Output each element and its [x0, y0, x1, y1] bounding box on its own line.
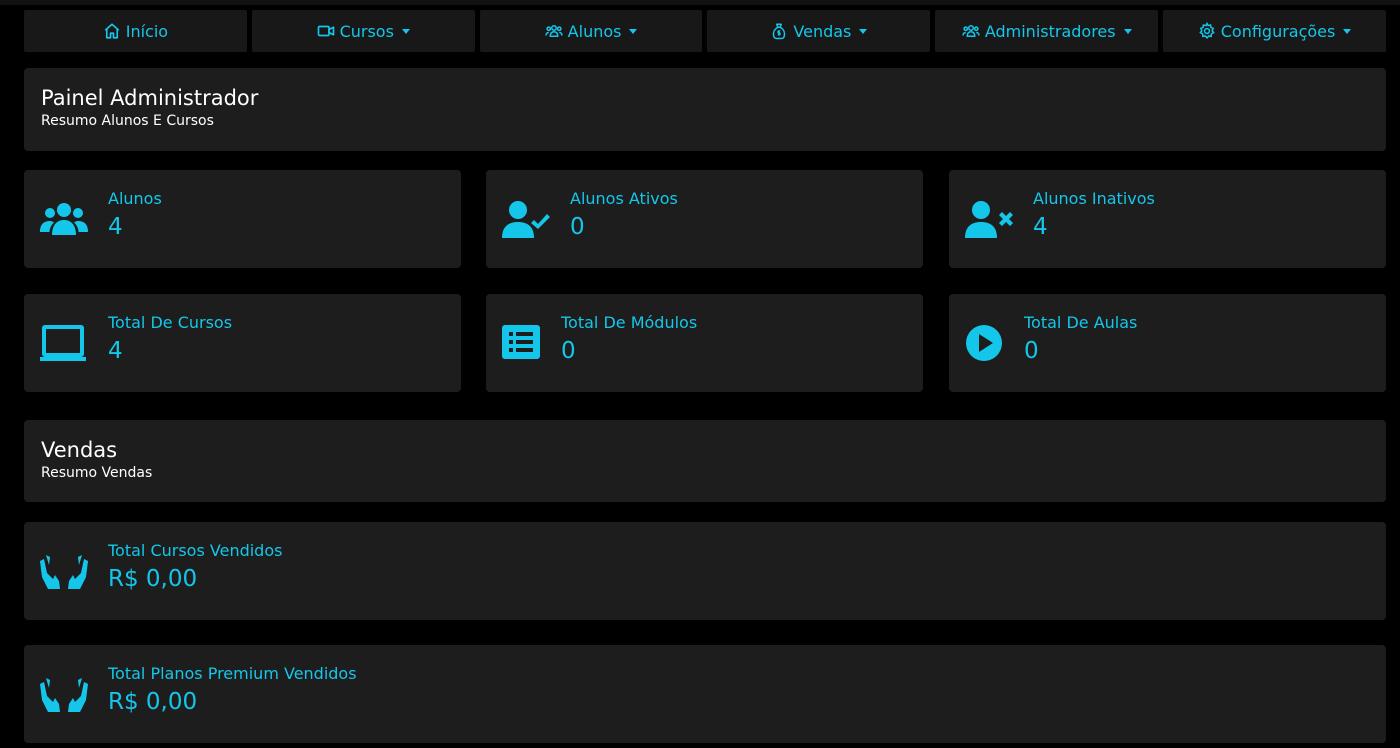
home-icon — [104, 23, 120, 39]
page-title: Painel Administrador — [41, 86, 259, 110]
main-nav: Início Cursos Alunos Vendas Administrado… — [24, 10, 1386, 52]
chevron-down-icon — [1343, 28, 1352, 34]
stat-label: Alunos Inativos — [1033, 189, 1155, 208]
nav-item-administradores[interactable]: Administradores — [935, 10, 1159, 52]
user-times-icon — [965, 199, 1013, 239]
stat-value: 4 — [1033, 214, 1048, 240]
stat-value: 0 — [1024, 338, 1039, 364]
chevron-down-icon — [1123, 28, 1132, 34]
stat-card-alunos-inativos: Alunos Inativos 4 — [949, 170, 1386, 268]
stat-value: 4 — [108, 214, 123, 240]
nav-item-inicio[interactable]: Início — [24, 10, 247, 52]
section-title: Vendas — [41, 438, 118, 462]
nav-label: Administradores — [984, 21, 1116, 41]
chevron-down-icon — [859, 28, 868, 34]
stat-value: 0 — [570, 214, 585, 240]
section-subtitle: Resumo Vendas — [41, 465, 153, 481]
top-bar — [0, 0, 1400, 5]
play-circle-icon — [965, 323, 1013, 363]
hands-icon — [40, 555, 88, 591]
stat-label: Total De Cursos — [108, 313, 233, 332]
users-icon — [962, 25, 980, 37]
money-bag-icon — [773, 23, 786, 40]
nav-item-configuracoes[interactable]: Configurações — [1163, 10, 1386, 52]
nav-item-alunos[interactable]: Alunos — [479, 10, 703, 52]
nav-label: Vendas — [793, 21, 852, 41]
stat-value: 0 — [561, 338, 576, 364]
video-icon — [317, 25, 334, 37]
stat-card-total-cursos: Total De Cursos 4 — [24, 294, 461, 392]
stat-label: Total De Módulos — [561, 313, 698, 332]
chevron-down-icon — [629, 28, 638, 34]
nav-label: Alunos — [567, 21, 622, 41]
users-icon — [40, 199, 88, 239]
stat-label: Total De Aulas — [1024, 313, 1138, 332]
sales-value: R$ 0,00 — [108, 689, 198, 715]
list-icon — [502, 323, 550, 363]
chevron-down-icon — [401, 28, 410, 34]
nav-label: Cursos — [339, 21, 394, 41]
nav-item-cursos[interactable]: Cursos — [251, 10, 475, 52]
user-check-icon — [502, 199, 550, 239]
admin-panel-header: Painel Administrador Resumo Alunos E Cur… — [24, 68, 1386, 151]
sales-label: Total Cursos Vendidos — [108, 541, 283, 560]
stat-card-total-aulas: Total De Aulas 0 — [949, 294, 1386, 392]
page-subtitle: Resumo Alunos E Cursos — [41, 113, 214, 129]
hands-icon — [40, 678, 88, 714]
nav-item-vendas[interactable]: Vendas — [707, 10, 931, 52]
sales-value: R$ 0,00 — [108, 566, 198, 592]
nav-label: Configurações — [1220, 21, 1336, 41]
sales-label: Total Planos Premium Vendidos — [108, 664, 357, 683]
users-icon — [545, 25, 563, 37]
stat-card-alunos-ativos: Alunos Ativos 0 — [486, 170, 923, 268]
laptop-icon — [40, 323, 88, 363]
stat-card-alunos: Alunos 4 — [24, 170, 461, 268]
stat-card-total-modulos: Total De Módulos 0 — [486, 294, 923, 392]
nav-label: Início — [125, 21, 169, 41]
sales-card-cursos: Total Cursos Vendidos R$ 0,00 — [24, 522, 1386, 620]
gear-icon — [1199, 22, 1215, 40]
stat-value: 4 — [108, 338, 123, 364]
stat-label: Alunos — [108, 189, 162, 208]
stat-label: Alunos Ativos — [570, 189, 678, 208]
sales-card-planos-premium: Total Planos Premium Vendidos R$ 0,00 — [24, 645, 1386, 743]
sales-panel-header: Vendas Resumo Vendas — [24, 420, 1386, 502]
